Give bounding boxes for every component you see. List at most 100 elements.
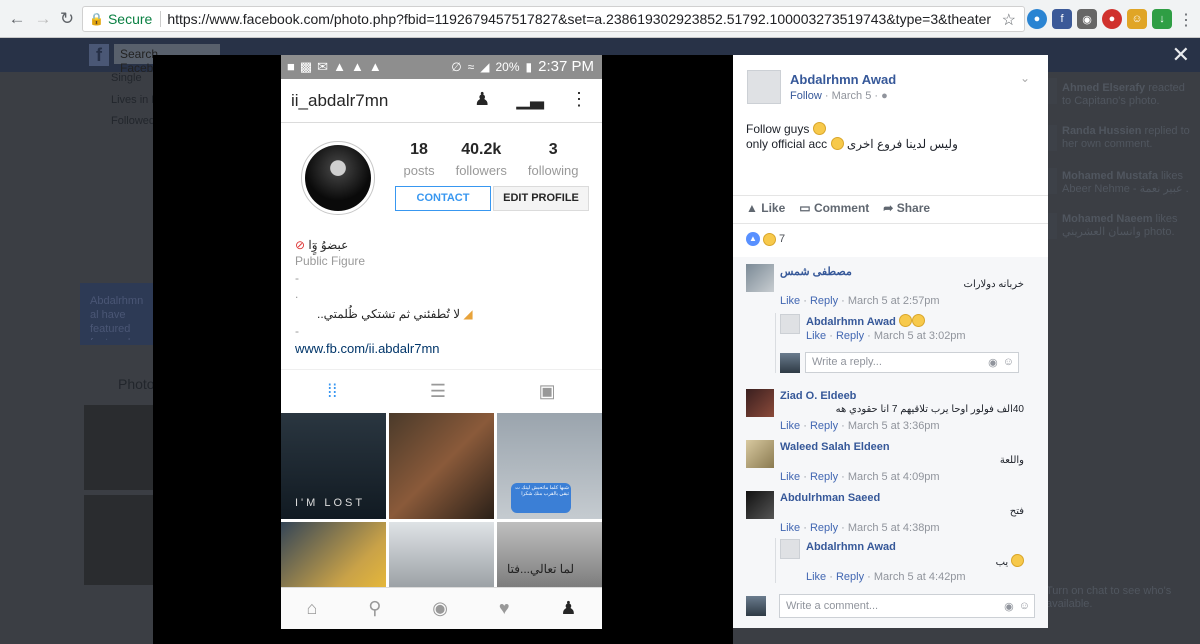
profile-icon: ♟: [560, 598, 577, 618]
status-time: 2:37 PM: [538, 58, 594, 75]
comment-avatar[interactable]: [746, 491, 774, 519]
reply-time[interactable]: March 5 at 4:42pm: [874, 571, 966, 583]
comment-time[interactable]: March 5 at 3:36pm: [848, 420, 940, 432]
post-actions: ▲ Like ▭ Comment ➦ Share: [746, 201, 930, 215]
comment-like-link[interactable]: Like: [780, 420, 800, 432]
ticker-item[interactable]: Randa Hussien replied to her own comment…: [1062, 125, 1194, 151]
comment-reply-link[interactable]: Reply: [810, 295, 838, 307]
reply-author[interactable]: Abdalrhmn Awad: [806, 314, 925, 328]
no-entry-icon: ⊘: [295, 238, 306, 252]
ticker-item[interactable]: Ahmed Elserafy reacted to Capitano's pho…: [1062, 82, 1194, 108]
sad-emoji-icon: [830, 137, 844, 150]
extension-icon[interactable]: ●: [1102, 9, 1122, 29]
reply-like-link[interactable]: Like: [806, 571, 826, 583]
ig-stats: 18 posts 40.2k followers 3 following: [393, 141, 589, 178]
reply-thread-line: [775, 313, 776, 373]
cone-emoji-icon: ◢: [463, 307, 473, 321]
post-author-avatar[interactable]: [747, 70, 781, 104]
secure-label: Secure: [107, 11, 153, 27]
reply-avatar[interactable]: [780, 314, 800, 334]
reply-time[interactable]: March 5 at 3:02pm: [874, 330, 966, 342]
browser-menu-icon[interactable]: ⋮: [1178, 10, 1194, 30]
comment-reply-link[interactable]: Reply: [810, 522, 838, 534]
comment-avatar[interactable]: [746, 389, 774, 417]
lock-icon: 🔒: [89, 12, 104, 26]
grid-photo: [389, 522, 494, 589]
reply-avatar[interactable]: [780, 539, 800, 559]
comment-reply-link[interactable]: Reply: [810, 420, 838, 432]
bookmark-star-icon[interactable]: ☆: [1002, 10, 1016, 30]
more-vertical-icon: ⋮: [570, 89, 588, 109]
reactions-summary[interactable]: ▲ 7: [746, 232, 785, 246]
close-icon[interactable]: ✕: [1172, 42, 1190, 68]
screenshot-photo[interactable]: ■ ▩ ✉ ▲ ▲ ▲ ∅ ≈ ◢ 20% ▮ 2:37 PM ii_abdal…: [281, 55, 602, 629]
ig-bottom-nav: ⌂ ⚲ ◉ ♥ ♟: [281, 587, 602, 629]
warning-icon: ▲: [350, 59, 364, 74]
ig-photo-grid: I'M LOST شبها كلما ماتحبش ليتك ت تبقي با…: [281, 413, 602, 589]
comment-input[interactable]: Write a comment... ◉ ☺: [779, 594, 1035, 618]
reply-reply-link[interactable]: Reply: [836, 571, 864, 583]
post-author-name[interactable]: Abdalrhmn Awad: [790, 72, 896, 87]
extension-icon[interactable]: ●: [1027, 9, 1047, 29]
camera-icon[interactable]: ◉: [1004, 600, 1014, 613]
reload-icon[interactable]: ↻: [54, 6, 80, 32]
ig-edit-profile-button: EDIT PROFILE: [493, 186, 589, 211]
extension-icon[interactable]: ☺: [1127, 9, 1147, 29]
comment-like-link[interactable]: Like: [780, 295, 800, 307]
comment-author[interactable]: مصطفى شمس: [780, 265, 852, 278]
photo-thumb: [84, 495, 153, 585]
ticker-item[interactable]: Mohamed Mustafa likes Abeer Nehme - عبير…: [1062, 170, 1194, 196]
featured-text: Abdalrhmn al have featured featured phot: [90, 295, 144, 340]
camera-extension-icon[interactable]: ◉: [1077, 9, 1097, 29]
comment-author[interactable]: Ziad O. Eldeeb: [780, 390, 856, 402]
forward-icon[interactable]: →: [30, 6, 56, 32]
comment-button[interactable]: ▭ Comment: [799, 201, 869, 215]
reply-input[interactable]: Write a reply... ◉ ☺: [805, 352, 1019, 373]
comment-time[interactable]: March 5 at 4:09pm: [848, 471, 940, 483]
ig-bio-name: ⊘ عبضوُ وٍٓا: [295, 238, 349, 252]
comment-like-link[interactable]: Like: [780, 471, 800, 483]
comment-reply-link[interactable]: Reply: [810, 471, 838, 483]
ig-tabs: ⁞⁞ ☰ ▣: [281, 369, 602, 412]
ig-username: ii_abdalr7mn: [291, 91, 389, 110]
warning-icon: ▲: [333, 59, 346, 74]
post-options-icon[interactable]: ⌄: [1020, 71, 1030, 85]
back-icon[interactable]: ←: [4, 6, 30, 32]
comment-text: واللعة: [999, 455, 1024, 466]
download-extension-icon[interactable]: ↓: [1152, 9, 1172, 29]
sad-emoji-icon: [898, 314, 912, 327]
share-button[interactable]: ➦ Share: [883, 201, 930, 215]
stat-following: 3 following: [527, 141, 579, 178]
comment-text: 40الف فولور اوحا يرب تلاقيهم 7 انا حقودي…: [835, 404, 1024, 415]
comment-like-link[interactable]: Like: [780, 522, 800, 534]
comment-avatar[interactable]: [746, 440, 774, 468]
url-separator: [160, 11, 162, 27]
comment-author[interactable]: Abdulrhman Saeed: [780, 492, 880, 504]
ig-header-icons: ♟ ▁▃ ⋮: [474, 89, 588, 110]
like-button[interactable]: ▲ Like: [746, 201, 785, 215]
address-bar[interactable]: 🔒 Secure https://www.facebook.com/photo.…: [82, 6, 1025, 32]
reply-author[interactable]: Abdalrhmn Awad: [806, 541, 896, 553]
phone-status-bar: ■ ▩ ✉ ▲ ▲ ▲ ∅ ≈ ◢ 20% ▮ 2:37 PM: [281, 55, 602, 79]
heart-icon: ♥: [498, 598, 510, 618]
post-date[interactable]: March 5: [832, 90, 872, 102]
follow-link[interactable]: Follow: [790, 90, 822, 102]
chat-off-notice: Turn on chat to see who's available.: [1046, 585, 1172, 610]
camera-icon[interactable]: ◉: [988, 356, 998, 369]
divider: [733, 195, 1048, 196]
reply-meta: Like · Reply · March 5 at 4:42pm: [806, 571, 966, 583]
comment-avatar[interactable]: [746, 264, 774, 292]
ig-bio-line: ◢ لا تُطفئني ثم تشتكي ظُلمتي..: [317, 307, 473, 321]
reply-reply-link[interactable]: Reply: [836, 330, 864, 342]
extension-icon[interactable]: f: [1052, 9, 1072, 29]
wall-text: لما تعالي...فتا: [507, 562, 575, 576]
comment-author[interactable]: Waleed Salah Eldeen: [780, 441, 890, 453]
comment-time[interactable]: March 5 at 4:38pm: [848, 522, 940, 534]
sticker-icon[interactable]: ☺: [1019, 600, 1030, 613]
sticker-icon[interactable]: ☺: [1003, 356, 1014, 369]
ig-contact-button: CONTACT: [395, 186, 491, 211]
reply-like-link[interactable]: Like: [806, 330, 826, 342]
globe-icon: ●: [881, 90, 888, 102]
ticker-item[interactable]: Mohamed Naeem likes وانسان العشريني phot…: [1062, 213, 1194, 239]
comment-time[interactable]: March 5 at 2:57pm: [848, 295, 940, 307]
